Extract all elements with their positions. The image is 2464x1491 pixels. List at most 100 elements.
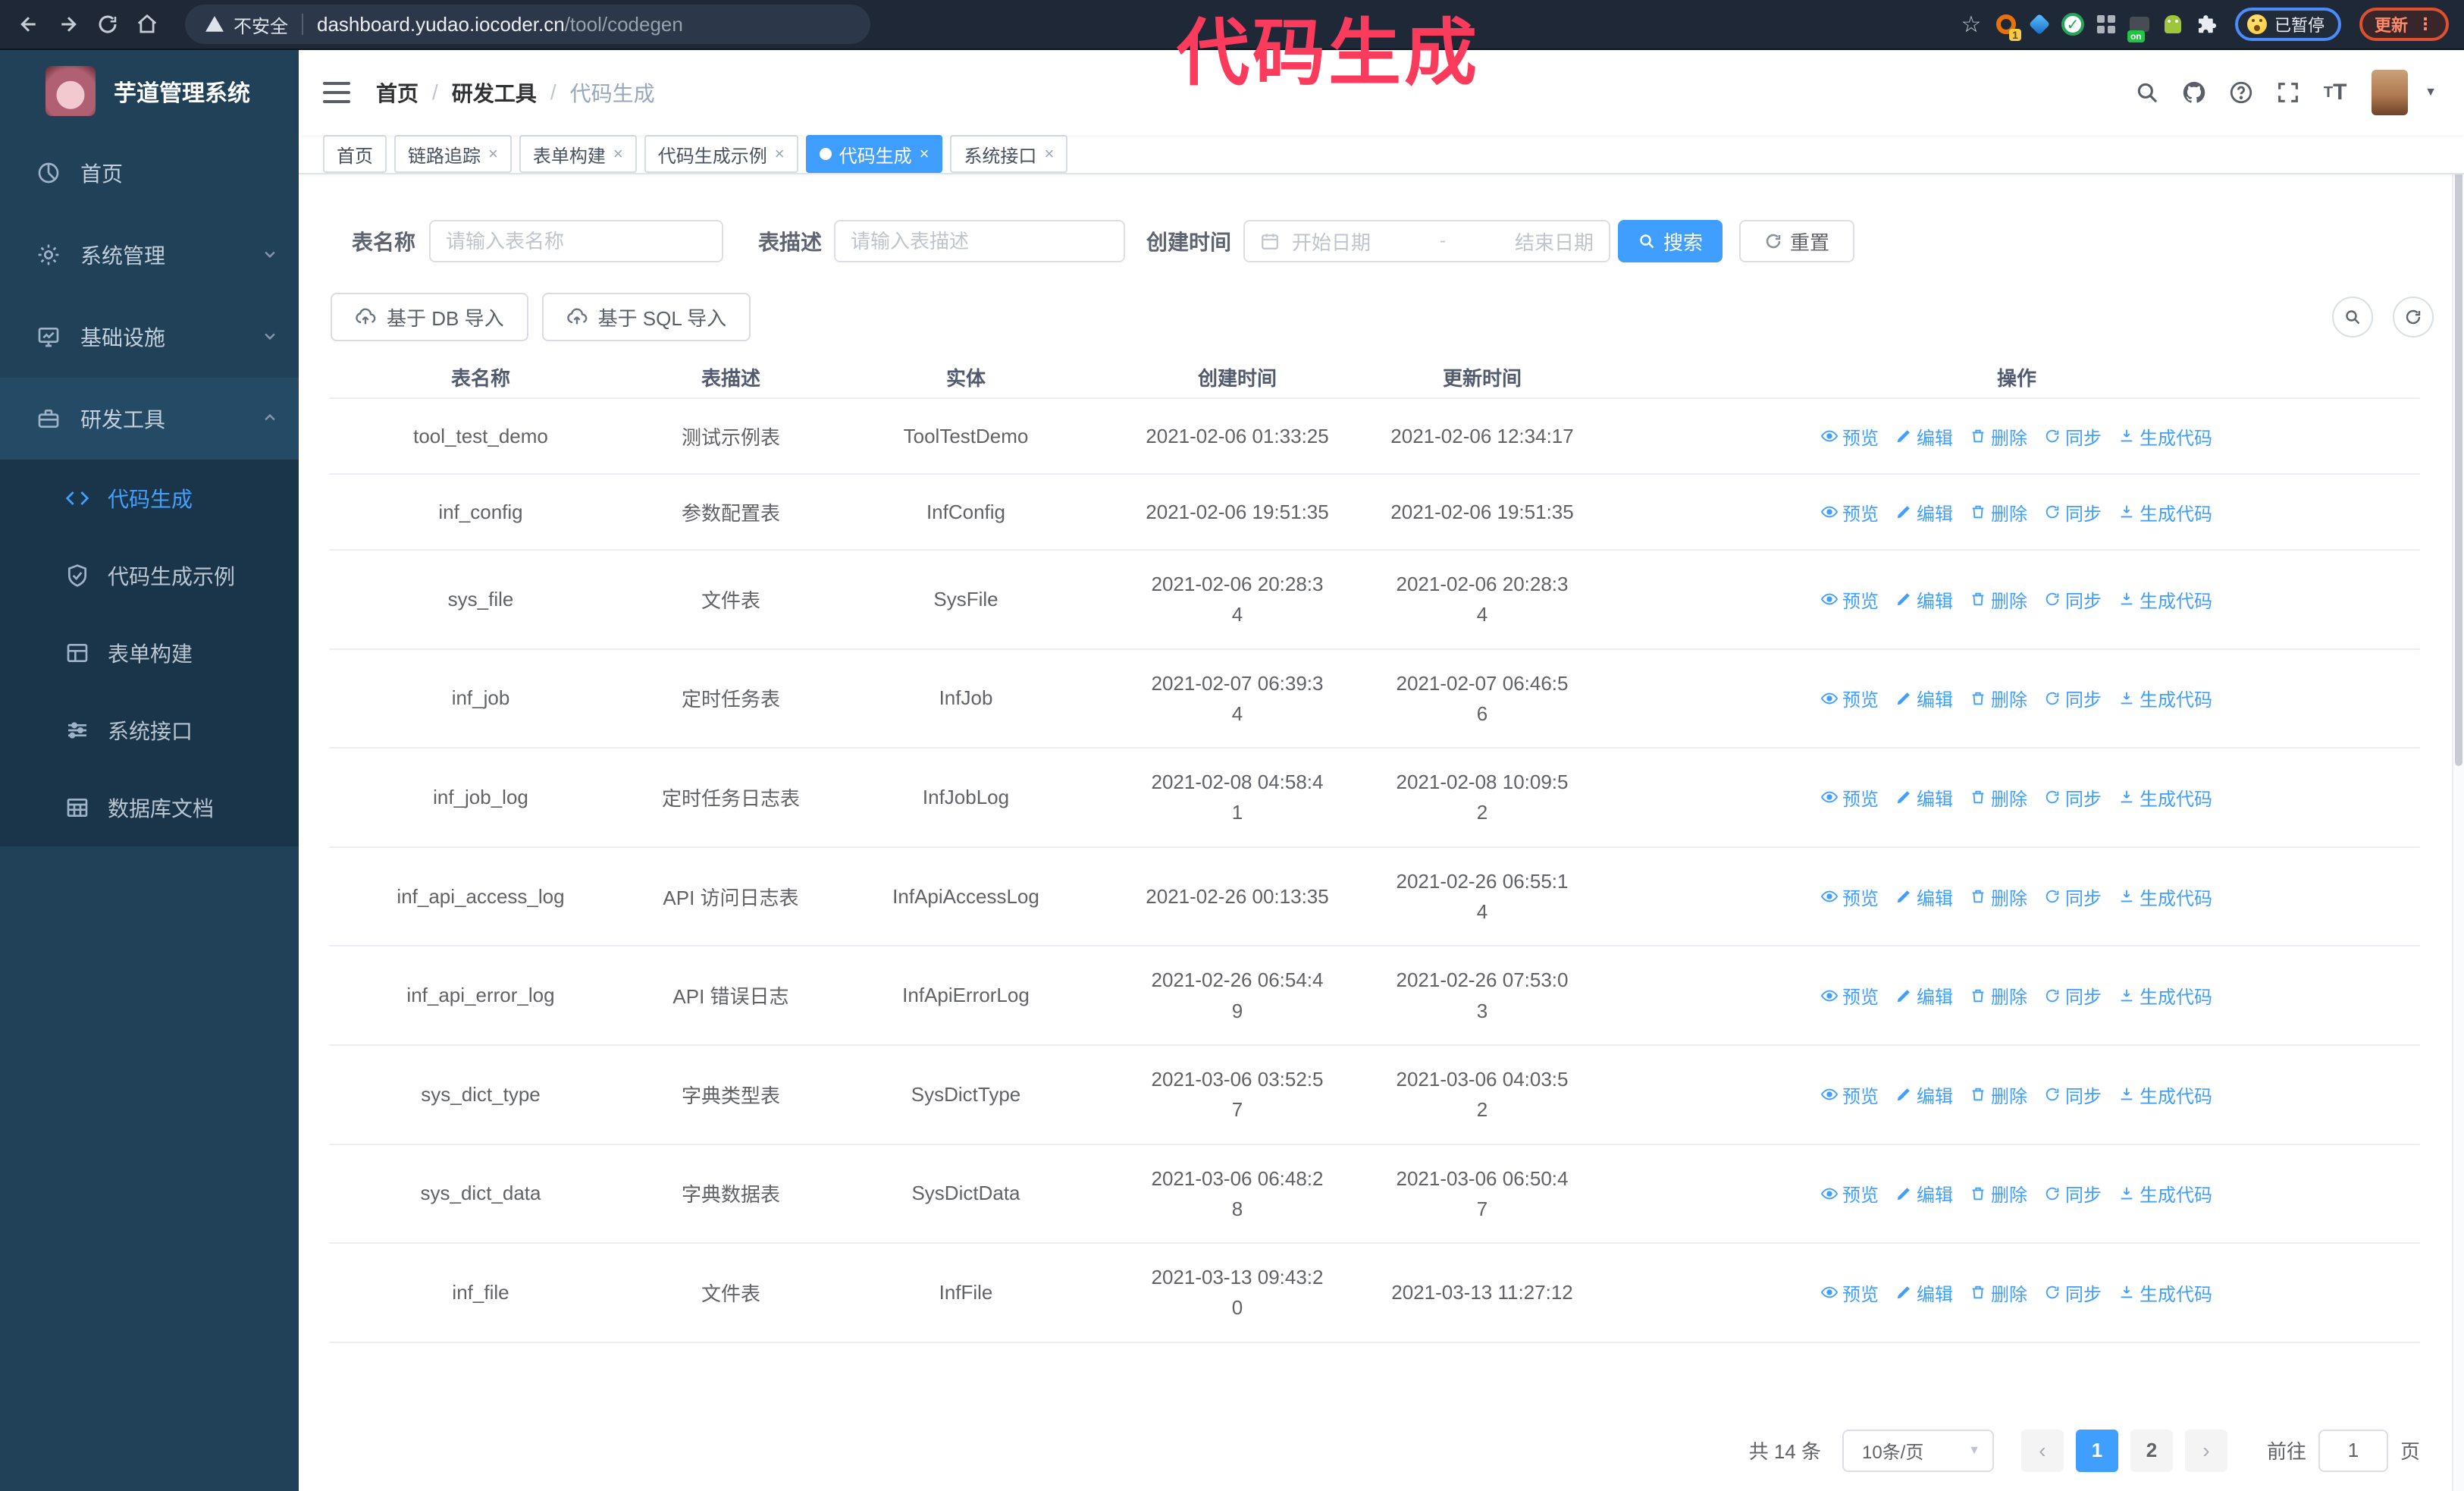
- date-range-picker[interactable]: 开始日期 - 结束日期: [1243, 220, 1611, 262]
- delete-link[interactable]: 删除: [1970, 423, 2027, 450]
- close-icon[interactable]: ×: [488, 144, 498, 164]
- page-size-select[interactable]: 10条/页 ▼: [1842, 1429, 1994, 1472]
- preview-link[interactable]: 预览: [1821, 982, 1879, 1009]
- tab-codegen[interactable]: 代码生成 ×: [805, 135, 943, 173]
- sync-link[interactable]: 同步: [2044, 982, 2102, 1009]
- sync-link[interactable]: 同步: [2044, 499, 2102, 526]
- edit-link[interactable]: 编辑: [1895, 1180, 1953, 1207]
- delete-link[interactable]: 删除: [1970, 784, 2027, 811]
- prev-page-button[interactable]: ‹: [2020, 1429, 2064, 1472]
- sync-link[interactable]: 同步: [2044, 1180, 2102, 1207]
- close-icon[interactable]: ×: [613, 144, 623, 164]
- delete-link[interactable]: 删除: [1970, 884, 2027, 910]
- page-scrollbar[interactable]: [2452, 50, 2464, 1491]
- extension-grid-icon[interactable]: [2093, 11, 2120, 38]
- preview-link[interactable]: 预览: [1821, 586, 1879, 613]
- table-desc-input[interactable]: [834, 220, 1126, 262]
- extension-gem-icon[interactable]: [2026, 11, 2053, 38]
- extension-robot-icon[interactable]: [2159, 11, 2187, 38]
- kebab-menu-icon[interactable]: ⋮: [2417, 14, 2434, 34]
- sidebar-item-form-builder[interactable]: 表单构建: [0, 614, 299, 692]
- delete-link[interactable]: 删除: [1970, 1081, 2027, 1108]
- sidebar-item-infra[interactable]: 基础设施: [0, 296, 299, 378]
- page-button-1[interactable]: 1: [2075, 1429, 2118, 1472]
- app-logo-row[interactable]: 芋道管理系统: [0, 50, 299, 132]
- tab-tracing[interactable]: 链路追踪 ×: [394, 135, 512, 173]
- sidebar-item-devtools[interactable]: 研发工具: [0, 378, 299, 460]
- goto-page-input[interactable]: [2318, 1429, 2388, 1472]
- address-bar[interactable]: 不安全 dashboard.yudao.iocoder.cn/tool/code…: [185, 5, 870, 44]
- generate-code-link[interactable]: 生成代码: [2118, 586, 2212, 613]
- preview-link[interactable]: 预览: [1821, 1180, 1879, 1207]
- close-icon[interactable]: ×: [920, 144, 929, 164]
- update-button[interactable]: 更新 ⋮: [2359, 8, 2449, 41]
- edit-link[interactable]: 编辑: [1895, 1081, 1953, 1108]
- generate-code-link[interactable]: 生成代码: [2118, 499, 2212, 526]
- preview-link[interactable]: 预览: [1821, 1279, 1879, 1306]
- hamburger-icon[interactable]: [323, 82, 350, 103]
- preview-link[interactable]: 预览: [1821, 685, 1879, 711]
- sync-link[interactable]: 同步: [2044, 884, 2102, 910]
- delete-link[interactable]: 删除: [1970, 586, 2027, 613]
- generate-code-link[interactable]: 生成代码: [2118, 1180, 2212, 1207]
- font-size-icon[interactable]: TT: [2318, 76, 2352, 109]
- sync-link[interactable]: 同步: [2044, 784, 2102, 811]
- edit-link[interactable]: 编辑: [1895, 685, 1953, 711]
- github-icon[interactable]: [2177, 76, 2211, 109]
- edit-link[interactable]: 编辑: [1895, 982, 1953, 1009]
- edit-link[interactable]: 编辑: [1895, 1279, 1953, 1306]
- help-icon[interactable]: [2224, 76, 2258, 109]
- edit-link[interactable]: 编辑: [1895, 499, 1953, 526]
- generate-code-link[interactable]: 生成代码: [2118, 423, 2212, 450]
- tab-form-builder[interactable]: 表单构建 ×: [519, 135, 637, 173]
- preview-link[interactable]: 预览: [1821, 784, 1879, 811]
- edit-link[interactable]: 编辑: [1895, 423, 1953, 450]
- tab-codegen-demo[interactable]: 代码生成示例 ×: [644, 135, 798, 173]
- delete-link[interactable]: 删除: [1970, 1180, 2027, 1207]
- back-icon[interactable]: [9, 5, 49, 44]
- extension-on-icon[interactable]: on: [2126, 11, 2153, 42]
- show-search-button[interactable]: [2332, 297, 2373, 337]
- preview-link[interactable]: 预览: [1821, 423, 1879, 450]
- table-name-input[interactable]: [429, 220, 724, 262]
- import-sql-button[interactable]: 基于 SQL 导入: [541, 293, 751, 341]
- sync-link[interactable]: 同步: [2044, 423, 2102, 450]
- sidebar-item-system-api[interactable]: 系统接口: [0, 692, 299, 769]
- edit-link[interactable]: 编辑: [1895, 884, 1953, 910]
- extensions-puzzle-icon[interactable]: [2193, 11, 2220, 38]
- search-icon[interactable]: [2130, 76, 2164, 109]
- preview-link[interactable]: 预览: [1821, 499, 1879, 526]
- delete-link[interactable]: 删除: [1970, 685, 2027, 711]
- generate-code-link[interactable]: 生成代码: [2118, 1081, 2212, 1108]
- delete-link[interactable]: 删除: [1970, 499, 2027, 526]
- caret-down-icon[interactable]: ▼: [2425, 86, 2437, 99]
- sidebar-item-db-doc[interactable]: 数据库文档: [0, 769, 299, 846]
- generate-code-link[interactable]: 生成代码: [2118, 784, 2212, 811]
- delete-link[interactable]: 删除: [1970, 982, 2027, 1009]
- sync-link[interactable]: 同步: [2044, 1081, 2102, 1108]
- close-icon[interactable]: ×: [1044, 144, 1054, 164]
- fullscreen-icon[interactable]: [2271, 76, 2305, 109]
- user-avatar[interactable]: [2372, 70, 2409, 115]
- edit-link[interactable]: 编辑: [1895, 784, 1953, 811]
- page-button-2[interactable]: 2: [2130, 1429, 2173, 1472]
- generate-code-link[interactable]: 生成代码: [2118, 1279, 2212, 1306]
- close-icon[interactable]: ×: [775, 144, 785, 164]
- extension-check-icon[interactable]: ✓: [2059, 11, 2086, 38]
- delete-link[interactable]: 删除: [1970, 1279, 2027, 1306]
- paused-badge[interactable]: 已暂停: [2234, 8, 2341, 41]
- sync-link[interactable]: 同步: [2044, 685, 2102, 711]
- sync-link[interactable]: 同步: [2044, 586, 2102, 613]
- preview-link[interactable]: 预览: [1821, 1081, 1879, 1108]
- sidebar-item-codegen-demo[interactable]: 代码生成示例: [0, 537, 299, 614]
- forward-icon[interactable]: [49, 5, 88, 44]
- sync-link[interactable]: 同步: [2044, 1279, 2102, 1306]
- tab-system-api[interactable]: 系统接口 ×: [950, 135, 1068, 173]
- next-page-button[interactable]: ›: [2184, 1429, 2227, 1472]
- sidebar-item-codegen[interactable]: 代码生成: [0, 460, 299, 537]
- edit-link[interactable]: 编辑: [1895, 586, 1953, 613]
- breadcrumb-home[interactable]: 首页: [376, 77, 419, 108]
- generate-code-link[interactable]: 生成代码: [2118, 884, 2212, 910]
- import-db-button[interactable]: 基于 DB 导入: [331, 293, 528, 341]
- sidebar-item-system[interactable]: 系统管理: [0, 214, 299, 296]
